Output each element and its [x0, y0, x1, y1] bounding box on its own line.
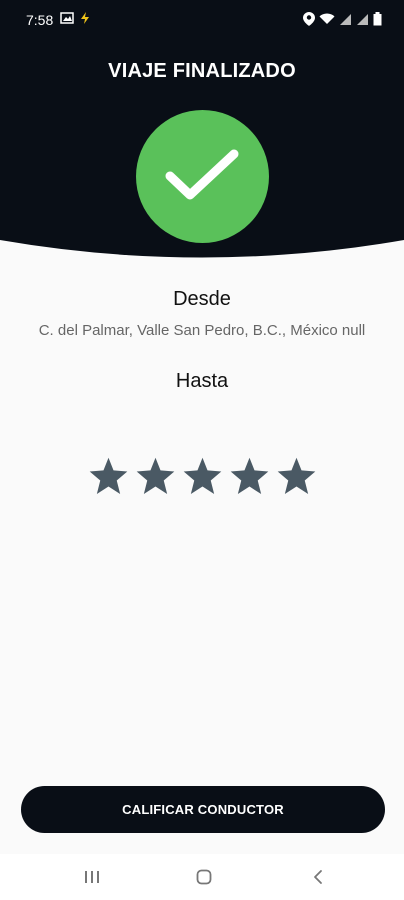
location-icon — [303, 12, 315, 26]
signal-icon-2 — [357, 14, 368, 25]
star-icon[interactable] — [228, 455, 271, 498]
gallery-icon — [60, 12, 74, 24]
status-time: 7:58 — [26, 12, 54, 28]
check-icon — [165, 149, 239, 200]
system-nav-bar — [0, 854, 404, 900]
header: 7:58 VIAJE FINALIZADO — [0, 0, 404, 270]
star-icon[interactable] — [87, 455, 130, 498]
status-right-icons — [303, 12, 382, 26]
status-left-icons — [60, 12, 90, 24]
back-button[interactable] — [303, 864, 333, 890]
from-address: C. del Palmar, Valle San Pedro, B.C., Mé… — [38, 322, 366, 339]
battery-icon — [373, 12, 382, 26]
star-icon[interactable] — [134, 455, 177, 498]
rate-driver-button[interactable]: CALIFICAR CONDUCTOR — [21, 786, 385, 833]
from-label: Desde — [173, 288, 231, 310]
rating-stars — [0, 455, 404, 498]
home-icon — [196, 869, 212, 885]
notification-icon — [81, 12, 89, 24]
success-badge — [136, 110, 269, 243]
back-icon — [314, 870, 322, 884]
recents-icon — [85, 871, 99, 883]
page-title: VIAJE FINALIZADO — [108, 60, 296, 82]
home-button[interactable] — [189, 864, 219, 890]
to-label: Hasta — [175, 370, 229, 392]
wifi-icon — [319, 13, 335, 24]
star-icon[interactable] — [181, 455, 224, 498]
recents-button[interactable] — [77, 864, 107, 890]
signal-icon — [340, 14, 351, 25]
star-icon[interactable] — [275, 455, 318, 498]
status-bar: 7:58 — [0, 0, 404, 40]
